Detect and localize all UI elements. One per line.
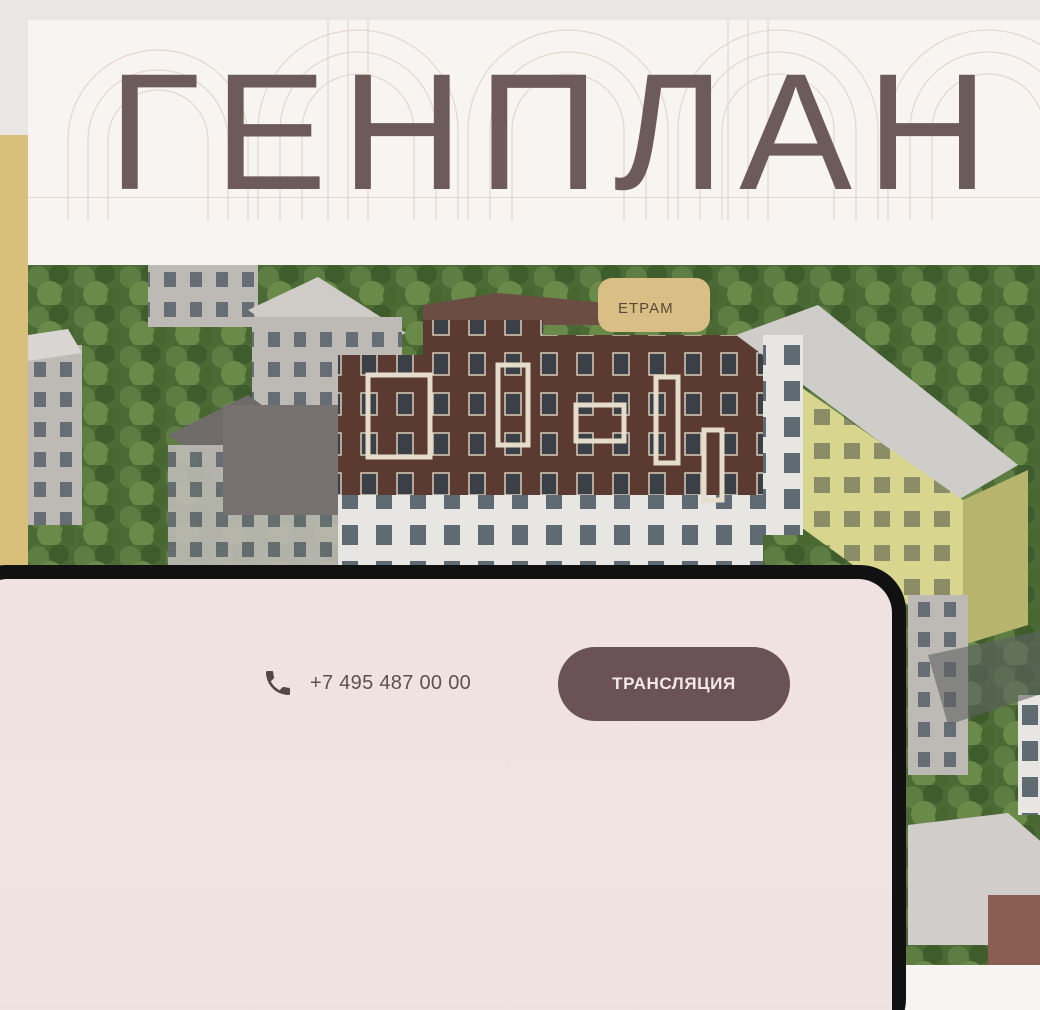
- tablet-device: +7 495 487 00 00 ТРАНСЛЯЦИЯ: [0, 565, 906, 1010]
- page-title: ГЕНПЛАН: [108, 40, 1003, 225]
- broadcast-button[interactable]: ТРАНСЛЯЦИЯ: [558, 647, 790, 721]
- phone-number[interactable]: +7 495 487 00 00: [310, 672, 471, 695]
- screenshot-stage: ГЕНПЛАН ЕТРАМ +7 495 487 00 00 ТРАНСЛЯЦИ…: [0, 0, 1040, 1010]
- header-divider: [28, 197, 1040, 198]
- phone-contact[interactable]: +7 495 487 00 00: [262, 667, 471, 699]
- tablet-screen: +7 495 487 00 00 ТРАНСЛЯЦИЯ: [0, 579, 892, 1010]
- phone-icon: [266, 671, 290, 695]
- left-accent-strip: [0, 135, 30, 565]
- metro-station-chip[interactable]: ЕТРАМ: [598, 278, 710, 332]
- hero-header: ГЕНПЛАН: [28, 20, 1040, 265]
